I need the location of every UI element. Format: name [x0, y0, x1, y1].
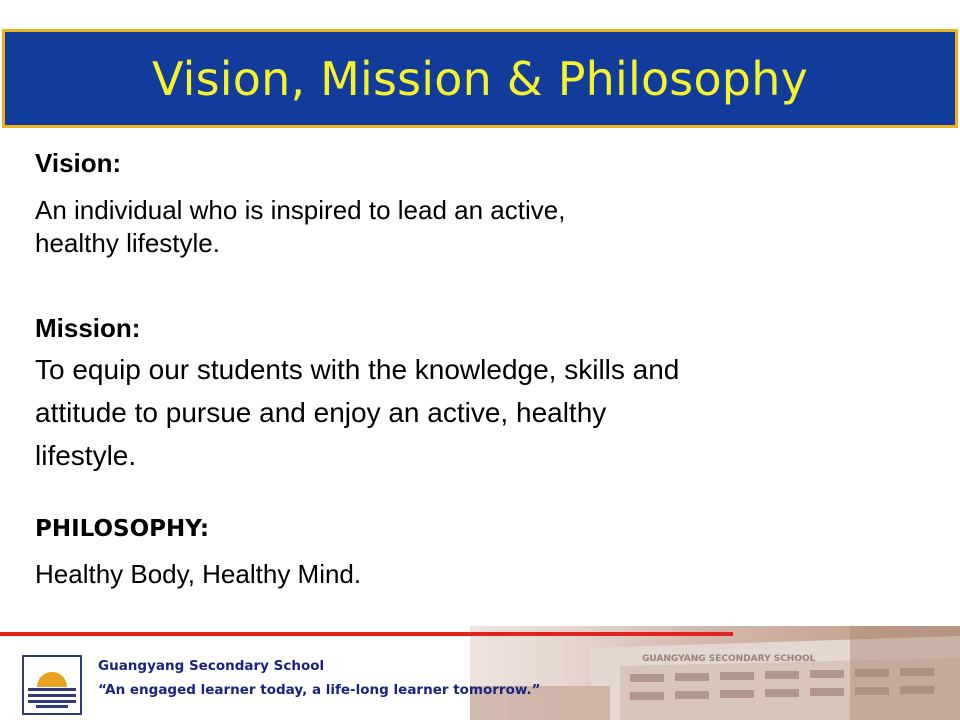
vision-line-2: healthy lifestyle. — [35, 228, 220, 258]
footer: GUANGYANG SECONDARY SCHOOL Guangyang Sec… — [0, 626, 960, 720]
vision-heading: Vision: — [35, 148, 122, 178]
philosophy-text: Healthy Body, Healthy Mind. — [35, 559, 362, 589]
building-sign-text: GUANGYANG SECONDARY SCHOOL — [642, 654, 816, 664]
vision-line-1: An individual who is inspired to lead an… — [35, 195, 566, 225]
mission-line-1: To equip our students with the knowledge… — [35, 354, 680, 385]
slide-content: Vision: An individual who is inspired to… — [0, 0, 960, 610]
school-motto: “An engaged learner today, a life-long l… — [98, 682, 541, 698]
school-name: Guangyang Secondary School — [98, 658, 325, 674]
mission-line-2: attitude to pursue and enjoy an active, … — [35, 397, 607, 428]
school-building-image: GUANGYANG SECONDARY SCHOOL — [470, 626, 960, 720]
mission-heading: Mission: — [35, 313, 141, 343]
mission-line-3: lifestyle. — [35, 440, 137, 471]
school-logo-icon — [22, 655, 82, 715]
slide: Vision, Mission & Philosophy Vision: An … — [0, 0, 960, 720]
philosophy-heading: PHILOSOPHY: — [35, 516, 210, 542]
footer-red-rule — [0, 632, 733, 636]
